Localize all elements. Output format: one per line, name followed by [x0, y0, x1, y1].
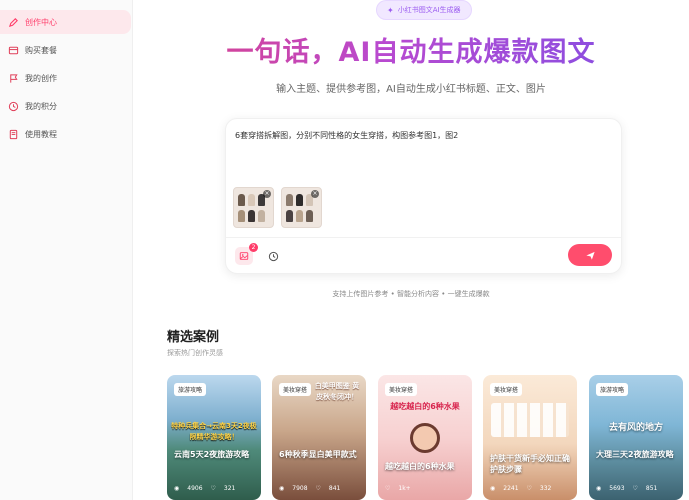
card-tag: 美妆穿搭 — [385, 383, 418, 396]
book-icon — [8, 129, 19, 140]
composer-divider — [226, 237, 621, 238]
sidebar-item-label: 使用教程 — [25, 129, 57, 139]
card-tag: 旅游攻略 — [596, 383, 629, 396]
sparkle-icon: ✦ — [387, 5, 394, 15]
main-content: ✦ 小红书图文AI生成器 一句话，AI自动生成爆款图文 输入主题、提供参考图，A… — [133, 0, 689, 500]
sidebar-item-label: 创作中心 — [25, 17, 57, 27]
prompt-input[interactable]: 6套穿搭拆解图，分别不同性格的女生穿搭，构图参考图1，图2 — [235, 130, 458, 141]
card-cover-text: 越吃越白的6种水果 — [390, 402, 460, 411]
card-tag: 美妆穿搭 — [490, 383, 523, 396]
card-title: 云南5天2夜旅游攻略 — [174, 450, 250, 459]
feature-hints: 支持上传图片参考 • 智能分析内容 • 一键生成爆款 — [332, 290, 490, 298]
sidebar-item-create-center[interactable]: 创作中心 — [0, 10, 131, 34]
card-icon — [8, 45, 19, 56]
case-card[interactable]: 美妆穿搭 护肤干货新手必知正确护肤步骤 ◉ 2241 ♡ 332 — [483, 375, 577, 500]
case-card[interactable]: 旅游攻略 去有风的地方 大理三天2夜旅游攻略 ◉ 5693 ♡ 851 — [589, 375, 683, 500]
remove-image-icon[interactable]: × — [263, 190, 271, 198]
eye-icon: ◉ — [174, 485, 180, 492]
heart-icon: ♡ — [385, 485, 391, 492]
page-subtitle: 输入主题、提供参考图，AI自动生成小红书标题、正文、图片 — [276, 84, 546, 95]
composer-card: 6套穿搭拆解图，分别不同性格的女生穿搭，构图参考图1，图2 × × 2 — [225, 118, 622, 274]
eye-icon: ◉ — [279, 485, 285, 492]
illustration-face — [410, 423, 440, 453]
featured-subtitle: 探索热门创作灵感 — [167, 349, 223, 357]
image-count-badge: 2 — [249, 243, 258, 252]
image-icon — [239, 252, 249, 260]
heart-icon: ♡ — [210, 485, 216, 492]
page-headline: 一句话，AI自动生成爆款图文 — [133, 30, 689, 69]
send-button[interactable] — [568, 244, 612, 266]
pen-icon — [8, 17, 19, 28]
card-stats: ◉ 4906 ♡ 321 — [174, 485, 236, 492]
card-title: 越吃越白的6种水果 — [385, 462, 455, 471]
case-card[interactable]: 美妆穿搭 白美甲图鉴 黄皮秋冬闭冲！ 6种秋季显白美甲款式 ◉ 7908 ♡ 841 — [272, 375, 366, 500]
sidebar: 创作中心 购买套餐 我的创作 我的积分 使用教程 — [0, 0, 133, 500]
card-cover-text: 去有风的地方 — [608, 423, 663, 433]
eye-icon: ◉ — [490, 485, 496, 492]
sidebar-item-my-points[interactable]: 我的积分 — [0, 94, 132, 118]
send-icon — [585, 251, 595, 260]
case-card[interactable]: 旅游攻略 特种兵集合→云南3天2夜极限精华游攻略！ 云南5天2夜旅游攻略 ◉ 49… — [167, 375, 261, 500]
card-cover-text: 特种兵集合→云南3天2夜极限精华游攻略！ — [171, 422, 257, 441]
card-title: 大理三天2夜旅游攻略 — [596, 450, 674, 459]
reference-image-thumbnail[interactable]: × — [281, 187, 322, 228]
sidebar-item-tutorial[interactable]: 使用教程 — [0, 122, 132, 146]
clock-icon — [8, 101, 19, 112]
sidebar-item-label: 我的积分 — [25, 101, 57, 111]
card-stats: ♡ 1k+ — [385, 485, 411, 492]
history-button[interactable] — [264, 247, 282, 265]
card-stats: ◉ 5693 ♡ 851 — [596, 485, 658, 492]
featured-title: 精选案例 — [167, 330, 220, 345]
case-card[interactable]: 美妆穿搭 越吃越白的6种水果 越吃越白的6种水果 ♡ 1k+ — [378, 375, 472, 500]
card-tag: 美妆穿搭 — [279, 383, 312, 396]
card-stats: ◉ 7908 ♡ 841 — [279, 485, 341, 492]
eye-icon: ◉ — [596, 485, 602, 492]
heart-icon: ♡ — [526, 485, 532, 492]
sidebar-item-my-creations[interactable]: 我的创作 — [0, 66, 132, 90]
card-title: 6种秋季显白美甲款式 — [279, 450, 357, 459]
card-stats: ◉ 2241 ♡ 332 — [490, 485, 552, 492]
reference-image-thumbnail[interactable]: × — [233, 187, 274, 228]
heart-icon: ♡ — [315, 485, 321, 492]
sidebar-item-label: 我的创作 — [25, 73, 57, 83]
heart-icon: ♡ — [632, 485, 638, 492]
card-cover-text: 白美甲图鉴 黄皮秋冬闭冲！ — [314, 382, 360, 401]
clock-icon — [268, 251, 278, 261]
card-title: 护肤干货新手必知正确护肤步骤 — [490, 454, 570, 474]
card-tag: 旅游攻略 — [174, 383, 207, 396]
remove-image-icon[interactable]: × — [311, 190, 319, 198]
product-grid — [491, 403, 569, 437]
product-badge: ✦ 小红书图文AI生成器 — [376, 0, 472, 20]
sidebar-item-label: 购买套餐 — [25, 45, 57, 55]
sidebar-item-buy-plan[interactable]: 购买套餐 — [0, 38, 132, 62]
flag-icon — [8, 73, 19, 84]
